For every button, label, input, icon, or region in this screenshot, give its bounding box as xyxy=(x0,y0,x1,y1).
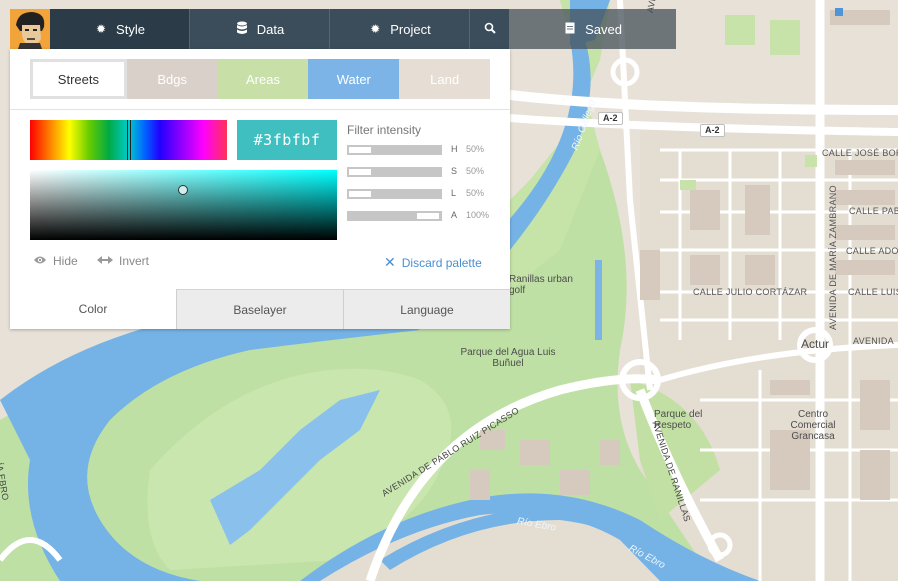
slider-handle[interactable] xyxy=(417,213,439,219)
arrows-horizontal-icon xyxy=(97,254,113,268)
slider-value: 50% xyxy=(466,166,485,176)
map-label-street: AVENIDA DE MARÍA ZAMBRANO xyxy=(828,185,838,330)
tab-color[interactable]: Color xyxy=(10,289,176,329)
map-label-street: CALLE PABLO xyxy=(849,206,898,216)
map-label-park: Ranillas urban golf xyxy=(509,274,573,296)
layer-tab-land[interactable]: Land xyxy=(399,59,490,99)
discard-palette-button[interactable]: ✕ Discard palette xyxy=(384,254,482,271)
a2-shield: A-2 xyxy=(700,124,725,137)
slider-channel-label: L xyxy=(451,188,457,198)
layer-tab-streets[interactable]: Streets xyxy=(30,59,127,99)
filter-slider-l[interactable]: L 50% xyxy=(347,188,497,200)
layer-tab-water[interactable]: Water xyxy=(308,59,400,99)
color-picker-handle[interactable] xyxy=(178,185,188,195)
layer-tab-buildings[interactable]: Bdgs xyxy=(126,59,218,99)
map-label-poi: Centro Comercial Grancasa xyxy=(790,409,836,442)
filter-slider-s[interactable]: S 50% xyxy=(347,166,497,178)
avatar[interactable] xyxy=(10,9,50,49)
database-icon xyxy=(235,21,249,38)
top-toolbar: ✹ Style Data ✹ Project Saved xyxy=(10,9,676,49)
tab-language[interactable]: Language xyxy=(343,289,510,329)
slider-value: 50% xyxy=(466,144,485,154)
saturation-value-picker[interactable] xyxy=(30,170,337,240)
saved-label: Saved xyxy=(585,21,622,37)
a2-shield: A-2 xyxy=(598,112,623,125)
panel-bottom-tabs: Color Baselayer Language xyxy=(10,289,510,329)
project-button[interactable]: ✹ Project xyxy=(330,9,470,49)
saved-button[interactable]: Saved xyxy=(509,9,676,49)
slider-track[interactable] xyxy=(347,145,442,155)
hue-slider[interactable] xyxy=(30,120,227,160)
map-label-district: Actur xyxy=(801,337,830,351)
map-label-park: Parque del Agua Luis Buñuel xyxy=(460,347,556,369)
slider-track[interactable] xyxy=(347,211,442,221)
divider xyxy=(10,109,510,110)
map-label-street: CALLE JOSÉ BORO xyxy=(822,148,898,158)
map-label-street: CALLE LUIS xyxy=(848,287,898,297)
eye-icon xyxy=(33,254,47,268)
project-label: Project xyxy=(390,21,431,37)
style-button[interactable]: ✹ Style xyxy=(50,9,190,49)
slider-channel-label: H xyxy=(451,144,458,154)
invert-label: Invert xyxy=(119,254,150,268)
map-label-street: CALLE JULIO CORTÁZAR xyxy=(693,287,808,297)
discard-label: Discard palette xyxy=(401,255,482,270)
layer-tabs: Streets Bdgs Areas Water Land xyxy=(30,59,490,99)
search-button[interactable] xyxy=(470,9,509,49)
slider-handle[interactable] xyxy=(349,169,371,175)
slider-track[interactable] xyxy=(347,167,442,177)
slider-handle[interactable] xyxy=(349,147,371,153)
document-icon xyxy=(563,22,577,37)
data-label: Data xyxy=(256,21,285,37)
slider-channel-label: S xyxy=(451,166,458,176)
hex-color-value[interactable]: #3fbfbf xyxy=(237,120,337,160)
data-button[interactable]: Data xyxy=(190,9,330,49)
filter-slider-a[interactable]: A 100% xyxy=(347,210,497,222)
style-panel: Streets Bdgs Areas Water Land #3fbfbf Fi… xyxy=(10,49,510,329)
slider-value: 50% xyxy=(466,188,485,198)
avatar-face-icon xyxy=(10,9,50,49)
slider-channel-label: A xyxy=(451,210,458,220)
map-label-street: AVENIDA xyxy=(853,336,894,346)
tab-baselayer[interactable]: Baselayer xyxy=(176,289,343,329)
slider-value: 100% xyxy=(466,210,490,220)
style-label: Style xyxy=(116,21,145,37)
gear-icon: ✹ xyxy=(370,22,381,36)
hide-label: Hide xyxy=(53,254,78,268)
hide-button[interactable]: Hide xyxy=(33,254,78,268)
map-label-street: CALLE ADOL xyxy=(846,246,898,256)
hue-slider-handle[interactable] xyxy=(127,120,131,160)
close-icon: ✕ xyxy=(384,254,396,270)
invert-button[interactable]: Invert xyxy=(97,254,149,268)
filter-intensity-title: Filter intensity xyxy=(347,123,422,137)
search-icon xyxy=(483,22,497,37)
layer-tab-areas[interactable]: Areas xyxy=(217,59,309,99)
filter-slider-h[interactable]: H 50% xyxy=(347,144,497,156)
slider-track[interactable] xyxy=(347,189,442,199)
slider-handle[interactable] xyxy=(349,191,371,197)
gear-icon: ✹ xyxy=(96,22,107,36)
